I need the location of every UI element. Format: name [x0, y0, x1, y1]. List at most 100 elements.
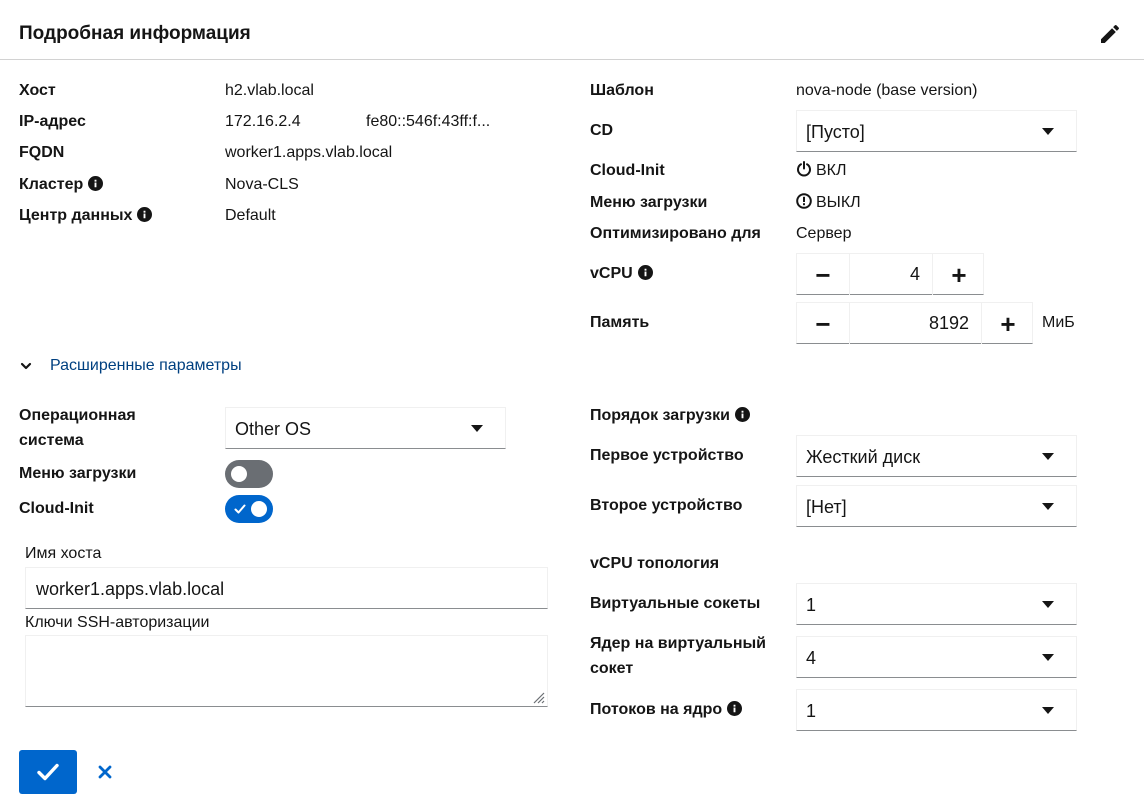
ssh-keys-label: Ключи SSH-авторизации — [25, 614, 210, 631]
caret-down-icon — [1042, 453, 1054, 460]
info-icon[interactable] — [727, 701, 743, 716]
threads-label: Потоков на ядро — [590, 700, 743, 720]
caret-down-icon — [1042, 654, 1054, 661]
sockets-value: 1 — [806, 595, 817, 615]
datacenter-label: Центр данных — [19, 206, 153, 226]
ip-v6-value: fe80::546f:43ff:f... — [366, 113, 491, 130]
info-icon[interactable] — [88, 176, 104, 191]
close-icon — [98, 765, 112, 779]
host-label: Хост — [19, 82, 56, 99]
vcpu-input[interactable]: 4 — [849, 254, 933, 295]
fqdn-value: worker1.apps.vlab.local — [225, 144, 393, 161]
sockets-select[interactable]: 1 — [796, 583, 1077, 625]
bootmenu-status: ВЫКЛ — [796, 193, 861, 213]
sockets-label: Виртуальные сокеты — [590, 595, 761, 612]
ip-label: IP-адрес — [19, 113, 86, 130]
hostname-input[interactable]: worker1.apps.vlab.local — [25, 567, 548, 609]
optimized-label: Оптимизировано для — [590, 225, 761, 242]
memory-input[interactable]: 8192 — [849, 303, 982, 344]
cloudinit-status-text: ВКЛ — [816, 162, 847, 179]
cancel-button[interactable] — [93, 758, 117, 786]
caret-down-icon — [1042, 601, 1054, 608]
hostname-input-value: worker1.apps.vlab.local — [36, 579, 225, 599]
cluster-value: Nova-CLS — [225, 176, 299, 193]
os-label-line2: система — [19, 432, 84, 449]
second-device-select[interactable]: [Нет] — [796, 485, 1077, 527]
minus-icon: − — [815, 259, 831, 290]
cd-select[interactable]: [Пусто] — [796, 110, 1077, 152]
cores-select[interactable]: 4 — [796, 636, 1077, 678]
cloudinit-label: Cloud-Init — [590, 162, 665, 179]
os-select-value: Other OS — [235, 419, 312, 439]
optimized-value: Сервер — [796, 225, 852, 242]
memory-increment-button[interactable]: + — [982, 303, 1034, 344]
cluster-label-text: Кластер — [19, 176, 84, 193]
minus-icon: − — [815, 308, 831, 339]
power-icon — [797, 161, 811, 177]
bootmenu-status-text: ВЫКЛ — [816, 194, 861, 211]
caret-down-icon — [1042, 503, 1054, 510]
ssh-keys-textarea[interactable] — [25, 635, 548, 707]
vcpu-topology-label: vCPU топология — [590, 555, 720, 572]
page-title: Подробная информация — [19, 23, 251, 44]
os-select[interactable]: Other OS — [225, 407, 506, 449]
cluster-label: Кластер — [19, 175, 104, 195]
first-device-select[interactable]: Жесткий диск — [796, 435, 1077, 477]
adv-cloudinit-label: Cloud-Init — [19, 500, 94, 517]
memory-decrement-button[interactable]: − — [797, 303, 849, 344]
cloudinit-status: ВКЛ — [796, 161, 847, 181]
bootmenu-switch[interactable] — [225, 460, 273, 488]
check-icon — [234, 504, 246, 514]
advanced-params-link[interactable]: Расширенные параметры — [50, 357, 242, 375]
bootmenu-label: Меню загрузки — [590, 194, 708, 211]
save-button[interactable] — [19, 750, 77, 794]
pencil-icon — [1101, 24, 1120, 43]
memory-unit: МиБ — [1042, 314, 1075, 331]
caret-down-icon — [471, 425, 483, 432]
datacenter-label-text: Центр данных — [19, 207, 133, 224]
second-device-value: [Нет] — [806, 497, 847, 517]
hostname-label: Имя хоста — [25, 545, 102, 562]
cores-label-line2: сокет — [590, 660, 634, 677]
cloudinit-switch[interactable] — [225, 495, 273, 523]
first-device-label: Первое устройство — [590, 447, 744, 464]
switch-knob — [251, 501, 267, 517]
cd-label: CD — [590, 122, 614, 139]
vcpu-increment-button[interactable]: + — [933, 254, 985, 295]
caret-down-icon — [1042, 707, 1054, 714]
vcpu-label-text: vCPU — [590, 265, 633, 282]
cores-label-line1: Ядер на виртуальный — [590, 635, 766, 652]
ip-v4-value: 172.16.2.4 — [225, 113, 301, 130]
info-icon[interactable] — [734, 407, 750, 422]
second-device-label: Второе устройство — [590, 497, 743, 514]
datacenter-value: Default — [225, 207, 276, 224]
info-icon[interactable] — [137, 207, 153, 222]
check-icon — [37, 763, 59, 781]
template-value: nova-node (base version) — [796, 82, 978, 99]
info-icon[interactable] — [637, 265, 653, 280]
plus-icon: + — [1000, 308, 1016, 339]
boot-order-label-text: Порядок загрузки — [590, 407, 730, 424]
fqdn-label: FQDN — [19, 144, 65, 161]
edit-button[interactable] — [1098, 22, 1124, 48]
plus-icon: + — [951, 259, 967, 290]
first-device-value: Жесткий диск — [806, 447, 921, 467]
cd-select-value: [Пусто] — [806, 122, 865, 142]
vcpu-decrement-button[interactable]: − — [797, 254, 849, 295]
vcpu-label: vCPU — [590, 264, 653, 284]
caret-down-icon — [1042, 128, 1054, 135]
adv-bootmenu-label: Меню загрузки — [19, 465, 137, 482]
template-label: Шаблон — [590, 82, 654, 99]
os-label-line1: Операционная — [19, 407, 136, 424]
resize-handle-icon[interactable] — [531, 690, 545, 704]
cores-value: 4 — [806, 648, 817, 668]
chevron-down-icon — [20, 362, 32, 370]
advanced-params-toggle[interactable]: Расширенные параметры — [19, 355, 242, 377]
vcpu-stepper: − 4 + — [796, 253, 984, 295]
threads-select[interactable]: 1 — [796, 689, 1077, 731]
boot-order-label: Порядок загрузки — [590, 406, 750, 426]
off-icon — [796, 193, 812, 209]
threads-label-text: Потоков на ядро — [590, 701, 723, 718]
threads-value: 1 — [806, 701, 817, 721]
memory-label: Память — [590, 314, 650, 331]
